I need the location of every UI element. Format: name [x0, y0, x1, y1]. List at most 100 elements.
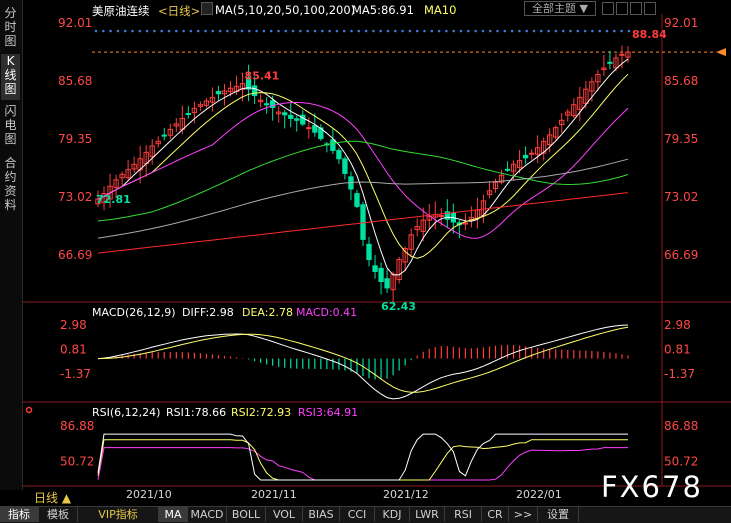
tab-kdj[interactable]: KDJ [375, 507, 410, 522]
date-tick: 2021/10 [126, 488, 172, 501]
info-dot [605, 29, 609, 33]
tab-more[interactable]: >> [509, 507, 538, 522]
panel-icon-2[interactable] [616, 2, 628, 15]
sidebar-item-kline[interactable]: K线图 [1, 54, 20, 100]
tab-bias[interactable]: BIAS [303, 507, 340, 522]
info-dot [153, 29, 156, 33]
candle-body [282, 112, 288, 116]
candle-body [294, 118, 300, 121]
info-dot [269, 29, 273, 33]
candle-body [251, 85, 258, 97]
candle-body [263, 103, 270, 106]
sidebar-item-flash[interactable]: 闪电图 [1, 104, 20, 146]
tab-lwr[interactable]: LWR [410, 507, 445, 522]
info-dot [364, 29, 368, 33]
info-dot [182, 29, 185, 33]
info-dot [342, 29, 346, 33]
info-dot [591, 29, 594, 33]
macd-diff: DIFF:2.98 [182, 306, 234, 319]
info-dot [262, 29, 266, 33]
sidebar-item-timeshare[interactable]: 分时图 [1, 6, 20, 48]
info-dot [627, 29, 631, 33]
price-tick-right: 73.02 [664, 190, 698, 204]
info-dot [430, 29, 434, 33]
info-dot [167, 29, 171, 33]
indicator-toolbar: 指标 模板 VIP指标 MA MACD BOLL VOL BIAS CCI KD… [0, 506, 731, 523]
rsi1-value: RSI1:78.66 [166, 406, 227, 419]
info-dot [561, 29, 565, 33]
info-dot [474, 29, 477, 33]
period-indicator[interactable]: 日线 ▲ [34, 489, 71, 506]
panel-icon-3[interactable] [630, 2, 642, 15]
rsi1-line [97, 433, 628, 481]
info-dot [481, 29, 485, 33]
tab-rsi[interactable]: RSI [445, 507, 482, 522]
candle-body [312, 125, 318, 133]
info-dot [335, 29, 339, 33]
tab-boll[interactable]: BOLL [227, 507, 266, 522]
macd-tick-right: -1.37 [664, 367, 695, 381]
info-dot [313, 29, 317, 33]
info-dot [423, 29, 426, 33]
theme-select[interactable]: 全部主题 ▼ [524, 1, 596, 16]
tab-cr[interactable]: CR [482, 507, 509, 522]
candle-body [288, 114, 294, 119]
tab-template[interactable]: 模板 [39, 507, 78, 522]
info-dot [540, 29, 543, 33]
info-dot [204, 29, 207, 33]
info-dot [196, 29, 200, 33]
macd-tick-left: -1.37 [60, 367, 91, 381]
candle-body [215, 91, 222, 95]
candle-body [336, 150, 342, 160]
tab-vip-indicator[interactable]: VIP指标 [78, 507, 159, 522]
price-tick-right: 92.01 [664, 16, 698, 30]
info-dot [394, 29, 397, 33]
candle-body [607, 61, 613, 64]
info-dot [547, 29, 550, 33]
info-dot [102, 29, 105, 33]
rsi-label: RSI(6,12,24) [92, 406, 161, 419]
info-dot [488, 29, 492, 33]
ma-params: MA(5,10,20,50,100,200) [215, 3, 356, 17]
candle-body [366, 243, 372, 261]
panel-icon-4[interactable] [644, 2, 656, 15]
tab-ma[interactable]: MA [159, 507, 188, 522]
annotation-last-high: 88.84 [632, 28, 667, 41]
rsi2-value: RSI2:72.93 [231, 406, 292, 419]
info-dot [613, 29, 616, 33]
ma-icon[interactable] [201, 2, 213, 15]
tab-indicator[interactable]: 指标 [0, 507, 39, 522]
period-label[interactable]: <日线> [158, 3, 200, 19]
candle-body [306, 127, 312, 130]
info-dot [415, 29, 419, 33]
candle-body [372, 265, 378, 272]
panel-icon-1[interactable] [602, 2, 614, 15]
candle-body [504, 168, 511, 171]
info-dot [554, 29, 558, 33]
info-dot [401, 29, 404, 33]
tab-macd[interactable]: MACD [188, 507, 227, 522]
tab-cci[interactable]: CCI [340, 507, 375, 522]
chart-title: 美原油连续 [92, 4, 150, 18]
theme-select-label: 全部主题 [532, 2, 577, 15]
rsi3-value: RSI3:64.91 [298, 406, 359, 419]
date-tick: 2021/11 [251, 488, 297, 501]
info-dot [459, 29, 463, 33]
info-dot [503, 29, 507, 33]
macd-dea: DEA:2.78 [242, 306, 293, 319]
info-dot [467, 29, 470, 33]
info-dot [248, 29, 251, 33]
date-tick: 2022/01 [516, 488, 562, 501]
sidebar-item-contract[interactable]: 合约资料 [1, 156, 20, 212]
info-dot [583, 29, 587, 33]
info-dot [277, 29, 280, 33]
info-dot [357, 29, 361, 33]
price-tick-right: 85.68 [664, 74, 698, 88]
info-dot [437, 29, 441, 33]
price-tick-left: 79.35 [58, 132, 92, 146]
price-tick-right: 66.69 [664, 248, 698, 262]
tab-settings[interactable]: 设置 [538, 507, 579, 522]
current-price-marker [716, 48, 726, 57]
price-chart[interactable]: 92.01 92.01 85.68 85.68 79.35 79.35 73.02 73.02… [0, 0, 731, 522]
tab-vol[interactable]: VOL [266, 507, 303, 522]
